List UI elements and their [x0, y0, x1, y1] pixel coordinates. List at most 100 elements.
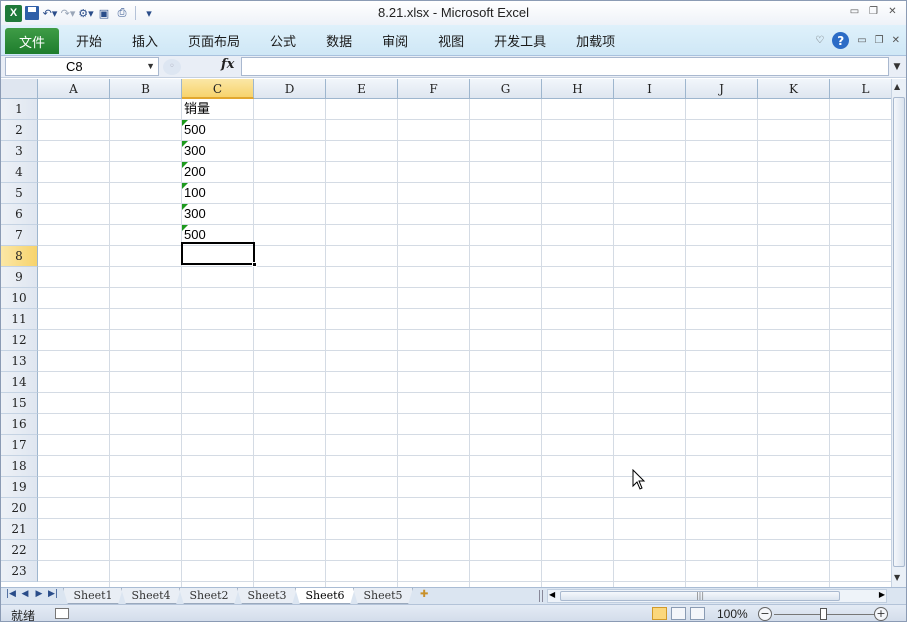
- save-icon[interactable]: [24, 4, 40, 22]
- tab-home[interactable]: 开始: [61, 27, 117, 53]
- column-header-e[interactable]: E: [326, 79, 398, 99]
- column-header-h[interactable]: H: [542, 79, 614, 99]
- row-header-19[interactable]: 19: [1, 477, 38, 498]
- column-header-b[interactable]: B: [110, 79, 182, 99]
- zoom-slider-thumb[interactable]: [820, 608, 827, 620]
- scroll-down-icon[interactable]: ▼: [894, 573, 900, 582]
- spreadsheet-grid[interactable]: A B C D E F G H I J K L 1 2 3 4 5 6 7 8 9 10 11 12 13 14 15 16 17 18 1…: [1, 79, 891, 587]
- insert-function-button[interactable]: fx: [221, 57, 234, 72]
- insert-sheet-icon[interactable]: ✚: [420, 589, 438, 602]
- help-icon[interactable]: ?: [832, 32, 850, 49]
- sheet-tab-sheet3[interactable]: Sheet3: [237, 588, 297, 604]
- vertical-scrollbar[interactable]: ▲ ▼: [891, 79, 906, 587]
- cell-c1[interactable]: 销量: [184, 97, 210, 118]
- workbook-close-icon[interactable]: ✕: [892, 35, 900, 46]
- horizontal-scroll-thumb[interactable]: |||: [560, 591, 840, 601]
- camera-icon[interactable]: ▣: [96, 4, 112, 22]
- sheet-tab-sheet6[interactable]: Sheet6: [295, 588, 355, 604]
- zoom-out-icon[interactable]: −: [758, 607, 772, 621]
- select-all-corner[interactable]: [1, 79, 38, 99]
- tab-formulas[interactable]: 公式: [255, 27, 311, 53]
- workbook-minimize-icon[interactable]: ▭: [857, 35, 866, 46]
- row-header-17[interactable]: 17: [1, 435, 38, 456]
- column-header-l[interactable]: L: [830, 79, 891, 99]
- expand-formula-bar-icon[interactable]: ▼: [891, 57, 903, 76]
- tab-review[interactable]: 审阅: [367, 27, 423, 53]
- tab-add-ins[interactable]: 加载项: [561, 27, 630, 53]
- macro-recording-icon[interactable]: [55, 608, 69, 619]
- row-header-16[interactable]: 16: [1, 414, 38, 435]
- column-header-i[interactable]: I: [614, 79, 686, 99]
- scroll-up-icon[interactable]: ▲: [894, 82, 900, 91]
- number-as-text-indicator-icon[interactable]: [182, 225, 188, 231]
- row-header-18[interactable]: 18: [1, 456, 38, 477]
- scroll-right-icon[interactable]: ▶: [879, 590, 885, 599]
- fill-handle[interactable]: [252, 262, 257, 267]
- row-header-14[interactable]: 14: [1, 372, 38, 393]
- tab-split-handle[interactable]: [539, 590, 543, 602]
- row-header-10[interactable]: 10: [1, 288, 38, 309]
- normal-view-button[interactable]: [652, 607, 667, 620]
- name-box[interactable]: C8 ▼: [5, 57, 159, 76]
- column-header-j[interactable]: J: [686, 79, 758, 99]
- column-header-g[interactable]: G: [470, 79, 542, 99]
- undo-icon[interactable]: ↶▾: [42, 4, 58, 22]
- row-header-8[interactable]: 8: [1, 246, 38, 267]
- number-as-text-indicator-icon[interactable]: [182, 183, 188, 189]
- row-header-12[interactable]: 12: [1, 330, 38, 351]
- cancel-entry-icon[interactable]: ◦: [163, 58, 181, 75]
- column-header-d[interactable]: D: [254, 79, 326, 99]
- name-box-dropdown-icon[interactable]: ▼: [146, 58, 155, 75]
- zoom-level[interactable]: 100%: [717, 607, 748, 621]
- prev-sheet-icon[interactable]: ◀: [19, 589, 31, 599]
- tab-developer[interactable]: 开发工具: [479, 27, 561, 53]
- row-header-9[interactable]: 9: [1, 267, 38, 288]
- column-header-a[interactable]: A: [38, 79, 110, 99]
- row-header-3[interactable]: 3: [1, 141, 38, 162]
- collapse-ribbon-icon[interactable]: ♡: [815, 35, 824, 46]
- row-header-4[interactable]: 4: [1, 162, 38, 183]
- first-sheet-icon[interactable]: |◀: [5, 589, 17, 599]
- row-header-15[interactable]: 15: [1, 393, 38, 414]
- workbook-restore-icon[interactable]: ❐: [875, 35, 884, 46]
- column-header-c[interactable]: C: [182, 79, 254, 99]
- close-icon[interactable]: ✕: [885, 4, 900, 18]
- row-header-1[interactable]: 1: [1, 99, 38, 120]
- macro-toolbar-icon[interactable]: ⚙▾: [78, 4, 94, 22]
- row-header-22[interactable]: 22: [1, 540, 38, 561]
- next-sheet-icon[interactable]: ▶: [33, 589, 45, 599]
- print-preview-icon[interactable]: ⎙: [114, 4, 130, 22]
- number-as-text-indicator-icon[interactable]: [182, 162, 188, 168]
- active-cell-c8[interactable]: [181, 242, 255, 265]
- tab-page-layout[interactable]: 页面布局: [173, 27, 255, 53]
- scroll-left-icon[interactable]: ◀: [549, 590, 555, 599]
- sheet-tab-sheet4[interactable]: Sheet4: [121, 588, 181, 604]
- redo-icon[interactable]: ↷▾: [60, 4, 76, 22]
- page-break-view-button[interactable]: [690, 607, 705, 620]
- row-header-13[interactable]: 13: [1, 351, 38, 372]
- minimize-icon[interactable]: ▭: [847, 4, 862, 18]
- tab-file[interactable]: 文件: [5, 28, 59, 54]
- row-header-7[interactable]: 7: [1, 225, 38, 246]
- row-header-11[interactable]: 11: [1, 309, 38, 330]
- tab-view[interactable]: 视图: [423, 27, 479, 53]
- row-header-5[interactable]: 5: [1, 183, 38, 204]
- zoom-in-icon[interactable]: +: [874, 607, 888, 621]
- last-sheet-icon[interactable]: ▶|: [47, 589, 59, 599]
- page-layout-view-button[interactable]: [671, 607, 686, 620]
- column-header-f[interactable]: F: [398, 79, 470, 99]
- tab-insert[interactable]: 插入: [117, 27, 173, 53]
- row-header-21[interactable]: 21: [1, 519, 38, 540]
- sheet-tab-sheet5[interactable]: Sheet5: [353, 588, 413, 604]
- row-header-23[interactable]: 23: [1, 561, 38, 582]
- column-header-k[interactable]: K: [758, 79, 830, 99]
- horizontal-scrollbar[interactable]: ◀ ||| ▶: [547, 589, 887, 603]
- row-header-6[interactable]: 6: [1, 204, 38, 225]
- excel-logo-icon[interactable]: X: [5, 4, 22, 22]
- sheet-tab-sheet2[interactable]: Sheet2: [179, 588, 239, 604]
- number-as-text-indicator-icon[interactable]: [182, 120, 188, 126]
- formula-input[interactable]: [241, 57, 889, 76]
- sheet-tab-sheet1[interactable]: Sheet1: [63, 588, 123, 604]
- customize-toolbar-icon[interactable]: ▾: [141, 4, 157, 22]
- tab-data[interactable]: 数据: [311, 27, 367, 53]
